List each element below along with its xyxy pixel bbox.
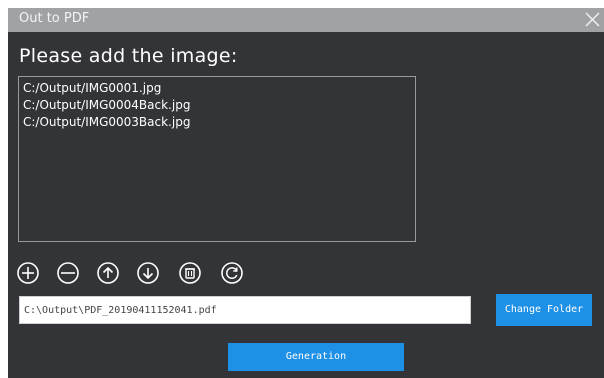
remove-circle-icon [57, 262, 79, 284]
change-folder-button[interactable]: Change Folder [496, 294, 592, 326]
output-path-field[interactable] [19, 296, 471, 324]
image-file-list[interactable]: C:/Output/IMG0001.jpg C:/Output/IMG0004B… [18, 76, 416, 242]
title-bar: Out to PDF [8, 8, 604, 32]
list-item[interactable]: C:/Output/IMG0004Back.jpg [19, 97, 415, 114]
list-toolbar [16, 261, 286, 285]
list-item[interactable]: C:/Output/IMG0001.jpg [19, 80, 415, 97]
move-up-icon [97, 262, 119, 284]
refresh-button[interactable] [220, 261, 244, 285]
refresh-icon [221, 262, 243, 284]
add-image-button[interactable] [16, 261, 40, 285]
remove-image-button[interactable] [56, 261, 80, 285]
close-button[interactable] [580, 8, 604, 32]
add-image-heading: Please add the image: [19, 45, 238, 67]
out-to-pdf-dialog: Out to PDF Please add the image: C:/Outp… [8, 8, 604, 378]
close-icon [585, 12, 600, 27]
delete-button[interactable] [178, 261, 202, 285]
move-down-icon [137, 262, 159, 284]
trash-icon [179, 262, 201, 284]
add-circle-icon [17, 262, 39, 284]
generation-button[interactable]: Generation [228, 343, 404, 371]
move-up-button[interactable] [96, 261, 120, 285]
dialog-title: Out to PDF [19, 11, 90, 26]
move-down-button[interactable] [136, 261, 160, 285]
list-item[interactable]: C:/Output/IMG0003Back.jpg [19, 114, 415, 131]
